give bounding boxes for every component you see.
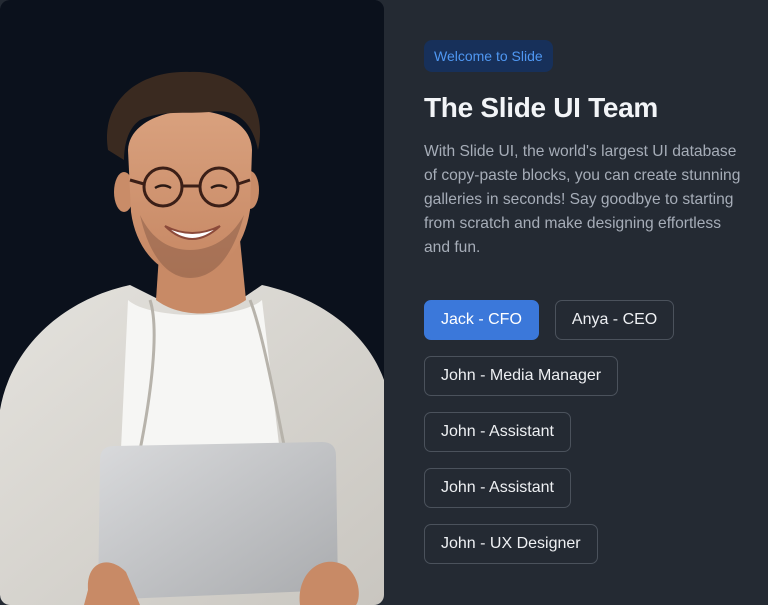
man-with-laptop-illustration <box>0 0 384 605</box>
team-member-photo <box>0 0 384 605</box>
team-button-row: Jack - CFO Anya - CEO <box>424 300 744 340</box>
team-button-row: John - Assistant <box>424 468 744 508</box>
team-description: With Slide UI, the world's largest UI da… <box>424 143 741 256</box>
team-content: Welcome to Slide The Slide UI Team With … <box>424 40 744 580</box>
welcome-badge: Welcome to Slide <box>424 40 553 72</box>
page-title: The Slide UI Team <box>424 92 658 123</box>
team-card: Welcome to Slide The Slide UI Team With … <box>0 0 768 605</box>
team-member-button-anya-ceo[interactable]: Anya - CEO <box>554 300 675 340</box>
team-member-button-john-media-manager[interactable]: John - Media Manager <box>424 356 619 396</box>
team-member-button-john-assistant[interactable]: John - Assistant <box>424 412 571 452</box>
team-button-row: John - Media Manager <box>424 356 744 396</box>
team-member-button-john-assistant-2[interactable]: John - Assistant <box>424 468 571 508</box>
team-member-button-john-ux-designer[interactable]: John - UX Designer <box>424 524 598 564</box>
team-member-button-jack-cfo[interactable]: Jack - CFO <box>424 300 539 340</box>
team-member-buttons: Jack - CFO Anya - CEO John - Media Manag… <box>424 300 744 564</box>
team-button-row: John - Assistant <box>424 412 744 452</box>
team-button-row: John - UX Designer <box>424 524 744 564</box>
